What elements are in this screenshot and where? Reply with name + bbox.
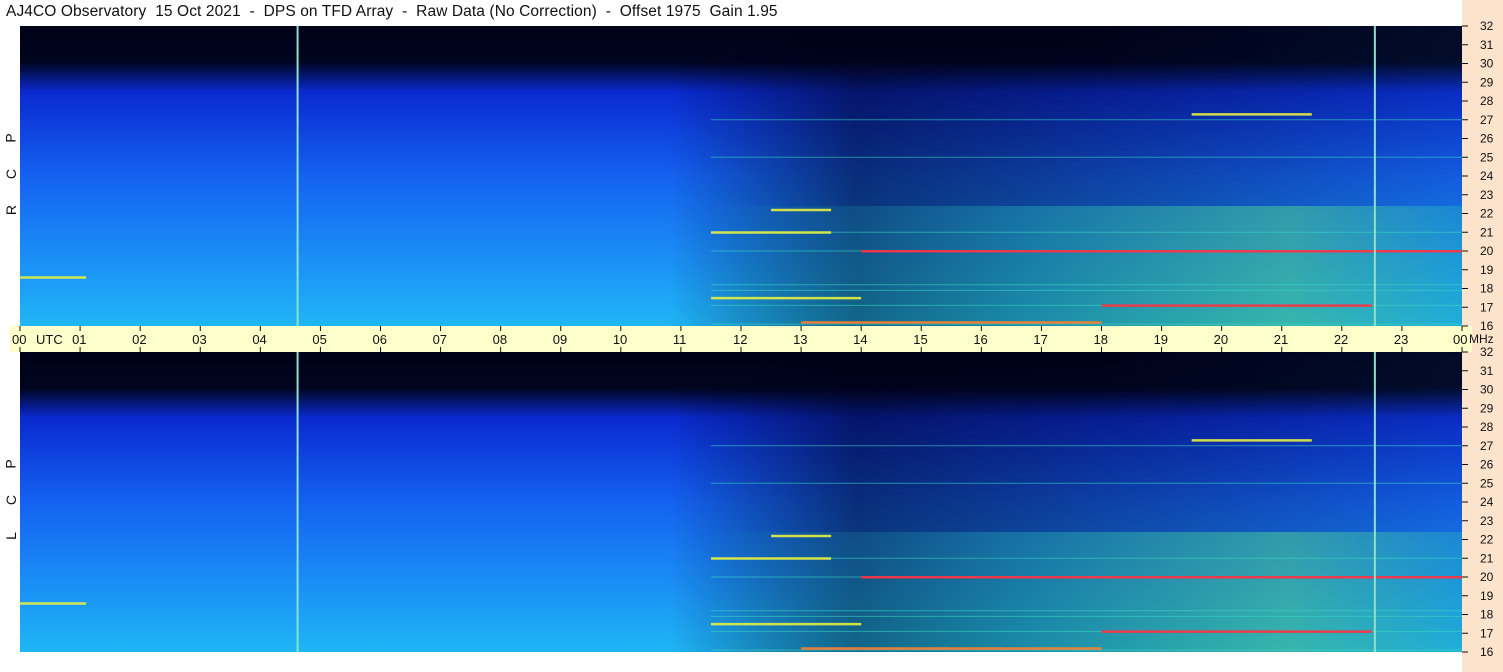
lcp-freq-label: 25 (1480, 476, 1494, 490)
rcp-emission-burst (861, 250, 1462, 253)
rcp-freq-label: 18 (1480, 282, 1494, 296)
rcp-freq-label: 16 (1480, 319, 1494, 333)
rcp-emission-burst (1191, 113, 1312, 116)
utc-tick-label: 14 (853, 332, 868, 347)
lcp-freq-label: 23 (1480, 514, 1494, 528)
lcp-freq-label: 31 (1480, 364, 1494, 378)
utc-tick-label: 16 (973, 332, 988, 347)
rcp-emission-burst (710, 231, 832, 234)
utc-tick-label: 17 (1033, 332, 1048, 347)
utc-unit-label: UTC (36, 332, 63, 347)
rcp-freq-label: 25 (1480, 150, 1494, 164)
lcp-freq-label: 32 (1480, 345, 1494, 359)
utc-tick-label: 01 (72, 332, 87, 347)
utc-tick-label: 07 (432, 332, 448, 347)
utc-tick-label: 00 (1453, 332, 1468, 347)
rcp-emission-burst (20, 276, 87, 279)
utc-tick-label: 20 (1213, 332, 1229, 347)
utc-tick-label: 23 (1393, 332, 1409, 347)
rcp-freq-label: 32 (1480, 19, 1494, 33)
lcp-freq-label: 28 (1480, 420, 1494, 434)
lcp-freq-label: 27 (1480, 439, 1494, 453)
utc-tick-label: 18 (1093, 332, 1108, 347)
utc-tick-label: 10 (612, 332, 628, 347)
rcp-freq-label: 19 (1480, 263, 1494, 277)
lcp-emission-burst (801, 647, 1102, 650)
lcp-emission-burst (771, 534, 832, 538)
lcp-freq-label: 24 (1480, 495, 1494, 509)
rcp-freq-label: 30 (1480, 57, 1494, 71)
lcp-freq-label: 20 (1480, 570, 1494, 584)
utc-tick-label: 15 (913, 332, 928, 347)
utc-tick-label: 02 (132, 332, 147, 347)
rcp-freq-label: 20 (1480, 244, 1494, 258)
rcp-freq-label: 21 (1480, 225, 1494, 239)
utc-tick-label: 00 (12, 332, 27, 347)
lcp-emission-burst (710, 557, 832, 560)
lcp-emission-burst (1101, 630, 1372, 633)
lcp-emission-burst (710, 622, 862, 626)
lcp-freq-label: 21 (1480, 551, 1494, 565)
utc-tick-label: 21 (1273, 332, 1289, 347)
rcp-emission-burst (801, 321, 1102, 324)
rcp-emission-burst (771, 208, 832, 212)
lcp-emission-burst (861, 576, 1462, 579)
utc-tick-label: 09 (552, 332, 568, 347)
utc-tick-label: 11 (672, 332, 687, 347)
rcp-emission-burst (710, 296, 862, 300)
rcp-freq-label: 28 (1480, 94, 1494, 108)
lcp-freq-label: 26 (1480, 458, 1494, 472)
rcp-emission-burst (1101, 304, 1372, 307)
rcp-freq-label: 22 (1480, 207, 1494, 221)
utc-tick-label: 05 (312, 332, 327, 347)
rcp-freq-label: 26 (1480, 132, 1494, 146)
lcp-freq-label: 17 (1480, 626, 1494, 640)
lcp-freq-label: 29 (1480, 401, 1494, 415)
rcp-freq-label: 29 (1480, 75, 1494, 89)
utc-tick-label: 06 (372, 332, 387, 347)
lcp-emission-burst (20, 602, 87, 605)
utc-tick-label: 12 (733, 332, 748, 347)
mhz-unit-label: MHz (1469, 332, 1494, 346)
rcp-freq-label: 31 (1480, 38, 1494, 52)
rcp-freq-label: 23 (1480, 188, 1494, 202)
lcp-freq-label: 22 (1480, 533, 1494, 547)
rcp-freq-label: 24 (1480, 169, 1494, 183)
rcp-freq-label: 17 (1480, 300, 1494, 314)
utc-tick-label: 13 (793, 332, 808, 347)
utc-tick-label: 08 (492, 332, 508, 347)
lcp-freq-label: 18 (1480, 608, 1494, 622)
utc-tick-label: 22 (1333, 332, 1349, 347)
utc-tick-label: 03 (192, 332, 207, 347)
rcp-freq-label: 27 (1480, 113, 1494, 127)
utc-tick-label: 19 (1153, 332, 1169, 347)
lcp-freq-label: 19 (1480, 589, 1494, 603)
utc-tick-label: 04 (252, 332, 267, 347)
lcp-freq-label: 16 (1480, 645, 1494, 659)
lcp-freq-label: 30 (1480, 383, 1494, 397)
lcp-emission-burst (1191, 439, 1312, 442)
